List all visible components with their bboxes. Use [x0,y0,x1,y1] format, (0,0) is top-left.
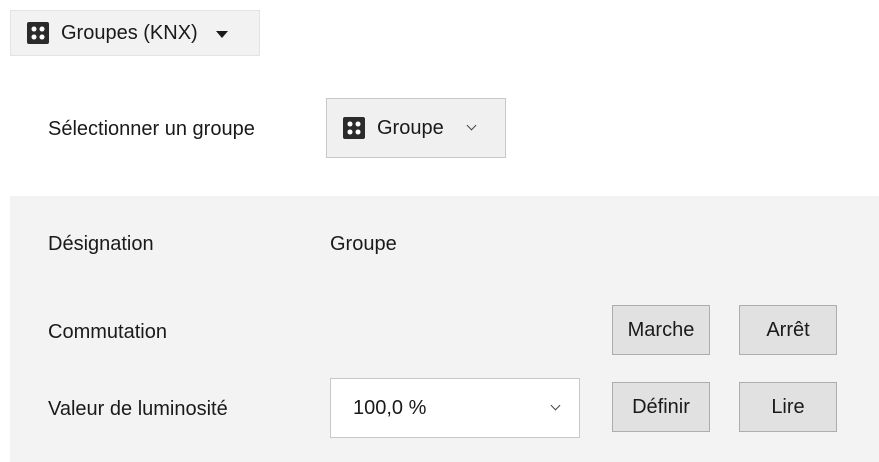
group-control-panel: Désignation Groupe Commutation Marche Ar… [10,196,879,462]
set-button[interactable]: Définir [612,382,710,432]
group-select-dropdown[interactable]: Groupe [326,98,506,158]
brightness-value-dropdown[interactable]: 100,0 % [330,378,580,438]
knx-groups-panel: Groupes (KNX) Sélectionner un groupe Gro… [0,0,879,462]
groups-knx-dropdown-label: Groupes (KNX) [61,21,198,44]
designation-value: Groupe [330,233,397,255]
brightness-value: 100,0 % [353,396,427,419]
dot-grid-icon [27,22,49,44]
select-group-label: Sélectionner un groupe [48,118,255,140]
designation-label: Désignation [48,233,154,255]
switching-label: Commutation [48,321,167,343]
caret-down-icon [215,30,228,38]
groups-knx-dropdown[interactable]: Groupes (KNX) [10,10,260,56]
read-button[interactable]: Lire [739,382,837,432]
chevron-down-icon [550,400,561,410]
on-button[interactable]: Marche [612,305,710,355]
dot-grid-icon [343,117,365,139]
brightness-label: Valeur de luminosité [48,398,228,420]
group-select-value: Groupe [377,116,444,139]
off-button[interactable]: Arrêt [739,305,837,355]
chevron-down-icon [466,120,477,130]
